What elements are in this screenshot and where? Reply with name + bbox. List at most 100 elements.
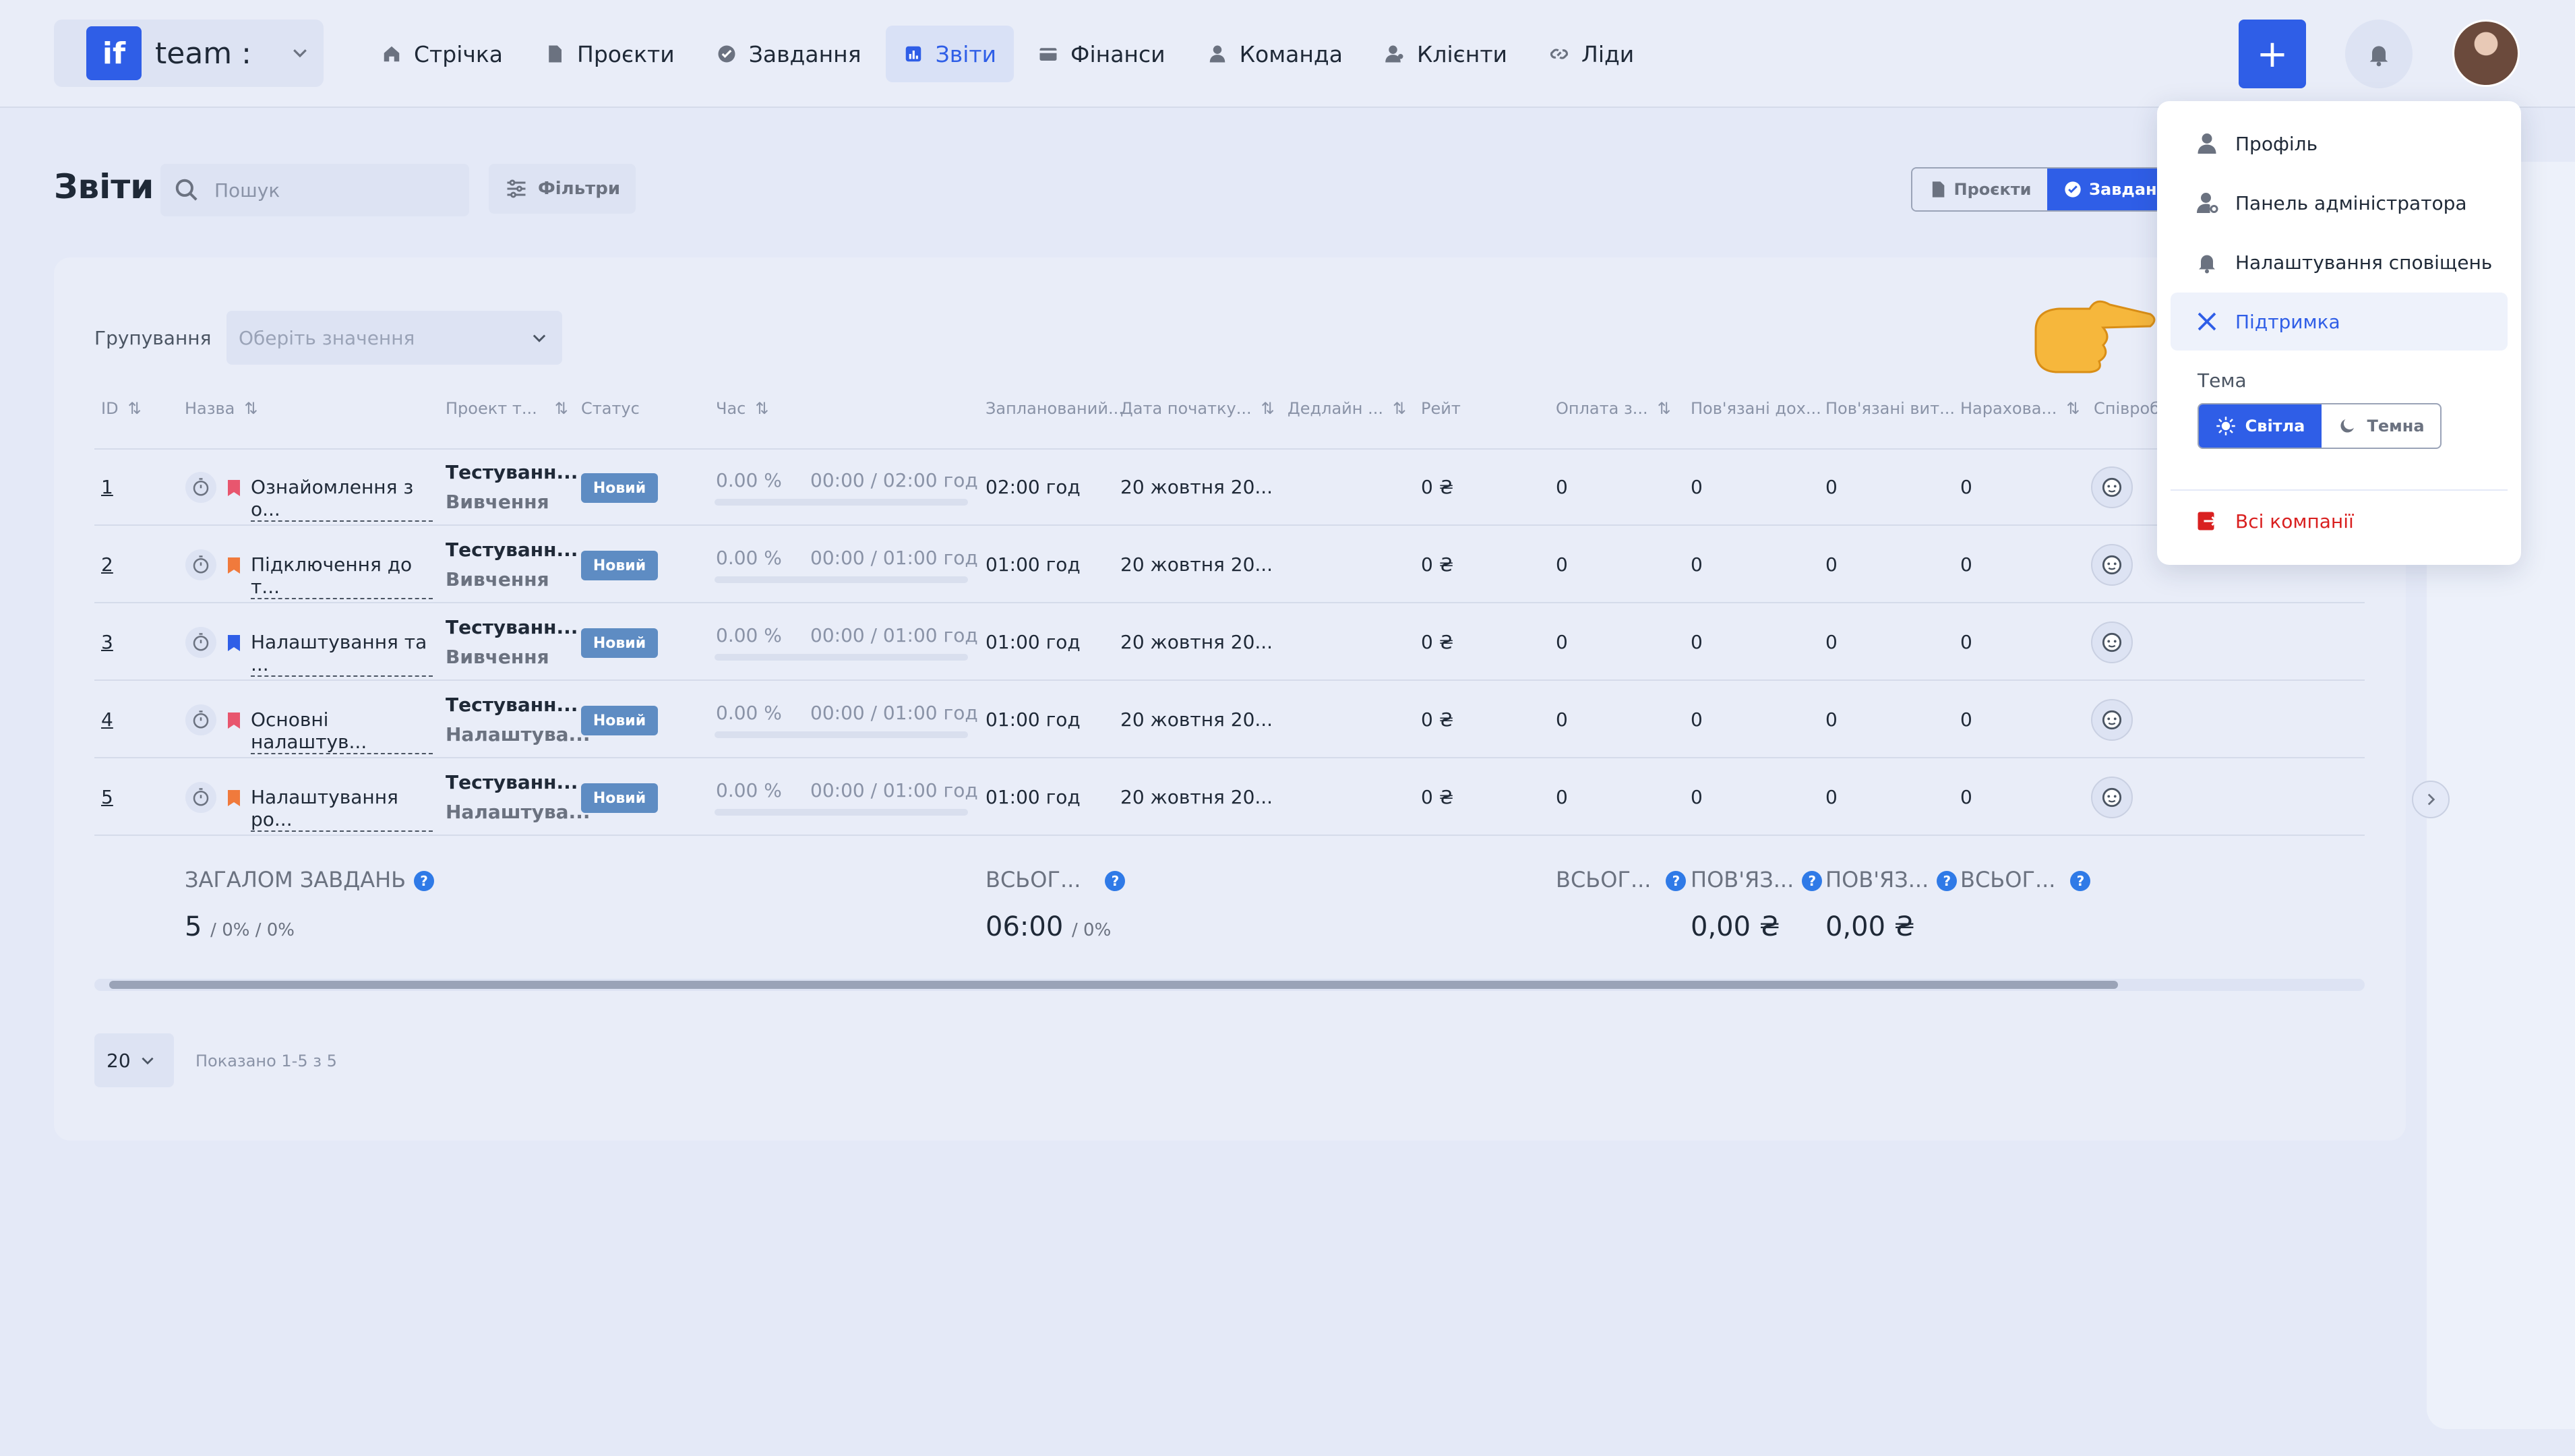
status-badge[interactable]: Новий	[581, 473, 658, 503]
nav-leads[interactable]: Ліди	[1532, 26, 1652, 82]
rate-value: 0 ₴	[1421, 786, 1454, 808]
horizontal-scrollbar[interactable]	[94, 979, 2365, 991]
time-spent: 00:00 / 01:00 год	[810, 779, 978, 801]
worker-avatar[interactable]	[2091, 466, 2133, 508]
project-stage: Вивчення	[446, 568, 549, 590]
nav-finance[interactable]: Фінанси	[1021, 26, 1183, 82]
nav-tasks[interactable]: Завдання	[699, 26, 879, 82]
col-label: Дедлайн ...	[1288, 399, 1383, 418]
table-row[interactable]: 3 Налаштування та ... Тестуванн... Вивчення…	[94, 604, 2365, 681]
table-row[interactable]: 4 Основні налаштув... Тестуванн... Налаштув…	[94, 681, 2365, 758]
project-name[interactable]: Тестуванн...	[446, 539, 578, 561]
col-header-pay[interactable]: Оплата з... ⇅	[1556, 399, 1671, 418]
user-icon	[2198, 133, 2216, 154]
task-id-link[interactable]: 5	[101, 786, 113, 808]
time-progress-bar	[715, 499, 968, 506]
table-row[interactable]: 5 Налаштування ро... Тестуванн... Налаштува…	[94, 759, 2365, 836]
expand-panel-button[interactable]	[2412, 781, 2450, 818]
col-label: Назва	[185, 399, 235, 418]
sliders-icon	[507, 179, 526, 198]
scrollbar-thumb[interactable]	[109, 981, 2118, 989]
project-name[interactable]: Тестуванн...	[446, 694, 578, 716]
table-row[interactable]: 2 Підключення до т... Тестуванн... Вивчення…	[94, 526, 2365, 603]
menu-label: Налаштування сповіщень	[2235, 251, 2493, 274]
col-header-status[interactable]: Статус	[581, 399, 640, 418]
col-header-time[interactable]: Час ⇅	[716, 399, 768, 418]
status-badge[interactable]: Новий	[581, 783, 658, 813]
worker-avatar[interactable]	[2091, 777, 2133, 818]
status-badge[interactable]: Новий	[581, 551, 658, 580]
col-header-project[interactable]: Проект т... ⇅	[446, 399, 568, 418]
nav-reports[interactable]: Звіти	[885, 26, 1014, 82]
exit-icon	[2198, 512, 2218, 530]
col-header-id[interactable]: ID ⇅	[101, 399, 142, 418]
help-icon[interactable]: ?	[414, 871, 435, 891]
total-planned-value: 06:00 / 0%	[986, 911, 1111, 942]
user-avatar[interactable]	[2452, 20, 2520, 87]
col-header-worker[interactable]: Співроб	[2094, 399, 2160, 418]
col-header-expense[interactable]: Пов'язані вит...	[1825, 399, 1955, 418]
timer-icon[interactable]	[185, 782, 216, 813]
task-name-link[interactable]: Налаштування ро...	[251, 786, 433, 832]
project-name[interactable]: Тестуванн...	[446, 771, 578, 793]
col-header-planned[interactable]: Запланований...	[986, 399, 1124, 418]
col-label: Нарахова...	[1960, 399, 2057, 418]
col-header-income[interactable]: Пов'язані дох...	[1691, 399, 1821, 418]
menu-admin-panel[interactable]: Панель адміністратора	[2171, 174, 2508, 232]
nav-projects[interactable]: Проєкти	[527, 26, 692, 82]
help-icon[interactable]: ?	[1802, 871, 1823, 891]
planned-time: 01:00 год	[986, 631, 1081, 653]
task-id-link[interactable]: 2	[101, 553, 113, 576]
task-id-link[interactable]: 1	[101, 476, 113, 498]
col-header-deadline[interactable]: Дедлайн ... ⇅	[1288, 399, 1406, 418]
timer-icon[interactable]	[185, 472, 216, 503]
nav-team[interactable]: Команда	[1190, 26, 1360, 82]
workspace-switcher[interactable]: if team :	[54, 20, 324, 87]
add-button[interactable]: +	[2239, 20, 2306, 88]
col-label: Співроб	[2094, 399, 2160, 418]
col-header-rate[interactable]: Рейт	[1421, 399, 1461, 418]
help-icon[interactable]: ?	[2070, 871, 2091, 891]
menu-support[interactable]: Підтримка	[2171, 293, 2508, 351]
timer-icon[interactable]	[185, 704, 216, 735]
notifications-button[interactable]	[2345, 20, 2413, 88]
toggle-projects[interactable]: Проєкти	[1912, 169, 2047, 210]
page-size-select[interactable]: 20	[94, 1033, 174, 1087]
status-badge[interactable]: Новий	[581, 628, 658, 658]
col-header-start[interactable]: Дата початку... ⇅	[1120, 399, 1275, 418]
task-name-link[interactable]: Основні налаштув...	[251, 708, 433, 754]
worker-avatar[interactable]	[2091, 621, 2133, 663]
task-name-link[interactable]: Налаштування та ...	[251, 631, 433, 677]
project-name[interactable]: Тестуванн...	[446, 461, 578, 483]
help-icon[interactable]: ?	[1666, 871, 1687, 891]
menu-notification-settings[interactable]: Налаштування сповіщень	[2171, 233, 2508, 291]
menu-all-companies[interactable]: Всі компанії	[2171, 492, 2508, 550]
nav-clients[interactable]: Клієнти	[1367, 26, 1525, 82]
help-icon[interactable]: ?	[1937, 871, 1958, 891]
task-id-link[interactable]: 3	[101, 631, 113, 653]
timer-icon[interactable]	[185, 549, 216, 580]
nav-feed[interactable]: Стрічка	[364, 26, 520, 82]
worker-avatar[interactable]	[2091, 544, 2133, 586]
timer-icon[interactable]	[185, 627, 216, 658]
task-name-link[interactable]: Ознайомлення з о...	[251, 476, 433, 522]
main-nav: Стрічка Проєкти Завдання Звіти Фінанси К…	[364, 26, 1652, 82]
worker-avatar[interactable]	[2091, 699, 2133, 741]
theme-dark-button[interactable]: Темна	[2322, 404, 2440, 448]
filters-button[interactable]: Фільтри	[489, 164, 636, 214]
nav-label: Команда	[1239, 40, 1343, 67]
task-name-link[interactable]: Підключення до т...	[251, 553, 433, 599]
task-id-link[interactable]: 4	[101, 708, 113, 731]
theme-light-button[interactable]: Світла	[2199, 404, 2322, 448]
expense-value: 0	[1825, 786, 1838, 808]
col-header-name[interactable]: Назва ⇅	[185, 399, 258, 418]
project-name[interactable]: Тестуванн...	[446, 616, 578, 638]
menu-profile[interactable]: Профіль	[2171, 115, 2508, 173]
status-badge[interactable]: Новий	[581, 706, 658, 735]
col-label: Рейт	[1421, 399, 1461, 418]
search-input[interactable]: Пошук	[160, 164, 469, 216]
help-icon[interactable]: ?	[1105, 871, 1126, 891]
table-row[interactable]: 1 Ознайомлення з о... Тестуванн... Вивчення…	[94, 449, 2365, 526]
grouping-select[interactable]: Оберіть значення	[226, 311, 562, 365]
col-header-accrued[interactable]: Нарахова... ⇅	[1960, 399, 2080, 418]
